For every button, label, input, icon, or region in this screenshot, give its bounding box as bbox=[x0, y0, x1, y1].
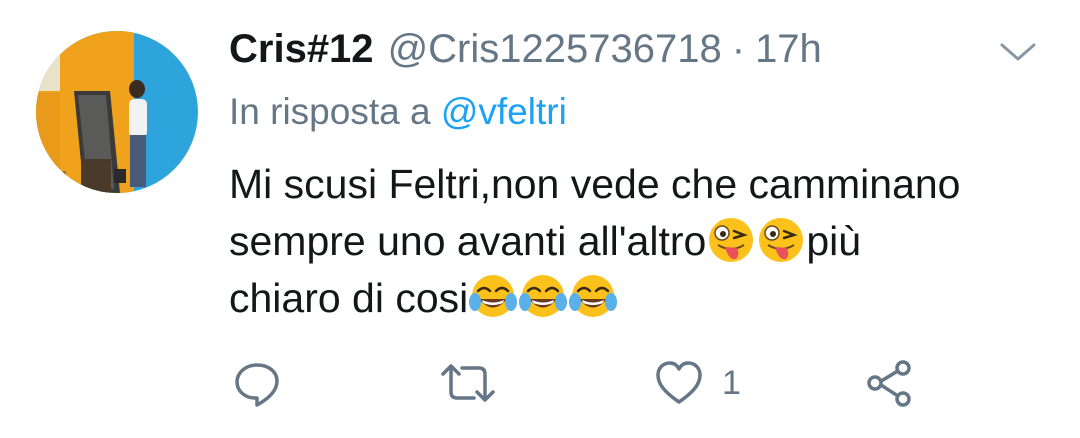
reply-prefix: In risposta a bbox=[229, 91, 431, 132]
avatar-photo bbox=[36, 31, 198, 193]
avatar[interactable] bbox=[36, 31, 198, 193]
tweet-text-line3: chiaro di cosi bbox=[229, 275, 469, 321]
share-button[interactable] bbox=[864, 358, 914, 408]
tweet-text: Mi scusi Feltri,non vede che camminano s… bbox=[229, 156, 1049, 327]
like-button[interactable]: 1 bbox=[654, 358, 741, 408]
reply-mention-link[interactable]: @vfeltri bbox=[441, 91, 567, 132]
action-bar: 1 bbox=[0, 350, 1080, 420]
reply-button[interactable] bbox=[232, 358, 282, 408]
tears-of-joy-emoji bbox=[569, 275, 618, 317]
zany-face-emoji bbox=[759, 218, 804, 262]
like-count: 1 bbox=[722, 364, 741, 402]
display-name[interactable]: Cris#12 bbox=[229, 24, 374, 74]
timestamp[interactable]: 17h bbox=[755, 24, 822, 74]
separator-dot: · bbox=[731, 27, 746, 71]
heart-icon bbox=[656, 361, 702, 404]
reply-icon bbox=[235, 363, 279, 407]
zany-face-emoji bbox=[709, 218, 754, 262]
user-handle[interactable]: @Cris1225736718 bbox=[388, 24, 722, 74]
retweet-icon bbox=[441, 364, 495, 402]
tweet-text-line2: sempre uno avanti all'altro bbox=[229, 218, 707, 264]
share-icon bbox=[867, 360, 911, 407]
retweet-button[interactable] bbox=[440, 358, 496, 408]
tears-of-joy-emoji bbox=[519, 275, 568, 317]
tweet-text-line2-end: più bbox=[806, 218, 862, 264]
chevron-down-icon[interactable] bbox=[998, 36, 1038, 66]
tears-of-joy-emoji bbox=[469, 275, 518, 317]
tweet-text-line1: Mi scusi Feltri,non vede che camminano bbox=[229, 161, 961, 207]
tweet-header: Cris#12 @Cris1225736718 · 17h bbox=[229, 24, 822, 74]
reply-context: In risposta a @vfeltri bbox=[229, 88, 567, 136]
tweet[interactable]: Cris#12 @Cris1225736718 · 17h In rispost… bbox=[0, 0, 1080, 438]
